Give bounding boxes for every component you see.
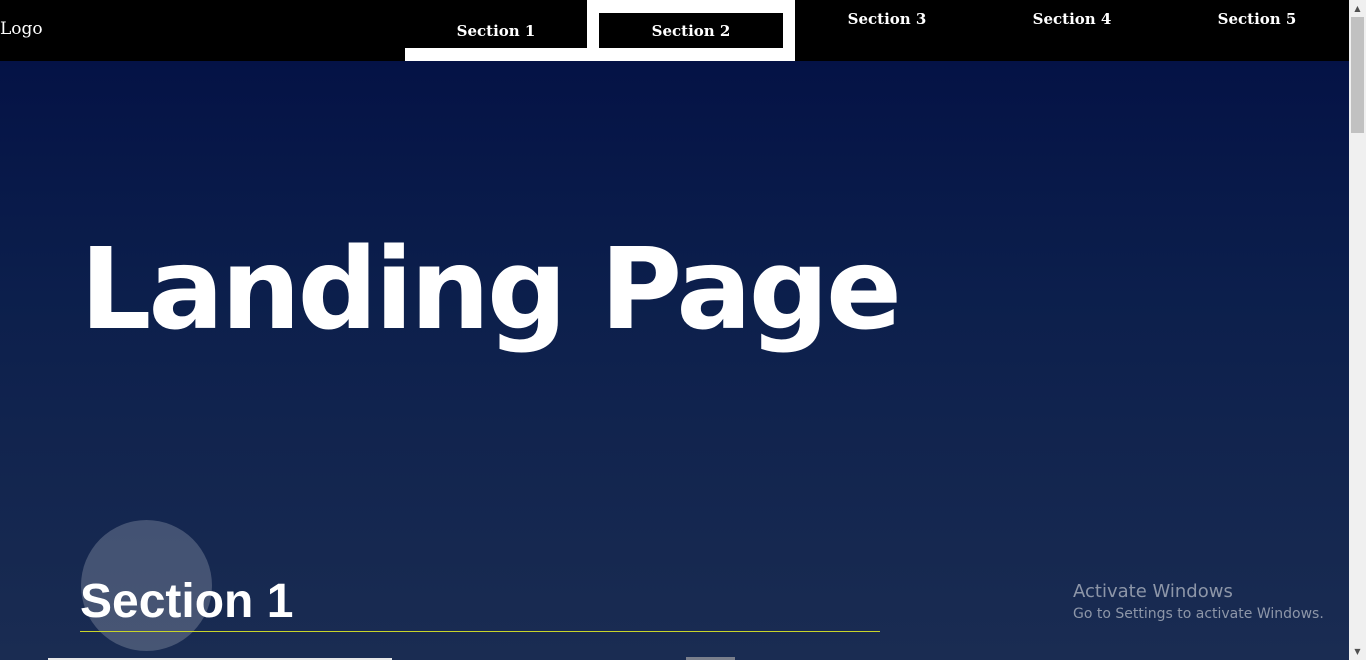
activate-windows-watermark: Activate Windows Go to Settings to activ…	[1073, 581, 1324, 625]
navbar: Logo Section 1 Section 2 Section 3 Secti…	[0, 0, 1349, 61]
heading-underline	[80, 631, 880, 632]
watermark-title: Activate Windows	[1073, 581, 1233, 602]
nav-item-section-1-inner: Section 1	[405, 0, 587, 48]
nav-item-section-2-inner: Section 2	[599, 13, 783, 48]
nav-item-label: Section 1	[456, 22, 536, 40]
scrollbar-thumb[interactable]	[1351, 17, 1364, 133]
watermark-subtitle: Go to Settings to activate Windows.	[1073, 606, 1324, 622]
nav-item-section-3[interactable]: Section 3	[797, 9, 977, 29]
nav-item-section-1[interactable]: Section 1	[405, 0, 587, 61]
landing-page: Logo Section 1 Section 2 Section 3 Secti…	[0, 0, 1349, 660]
nav-item-label: Section 2	[651, 22, 731, 40]
scroll-down-arrow-icon[interactable]: ▼	[1349, 643, 1366, 660]
vertical-scrollbar[interactable]: ▲ ▼	[1349, 0, 1366, 660]
hero-title: Landing Page	[80, 225, 902, 355]
nav-item-section-5[interactable]: Section 5	[1167, 9, 1347, 29]
nav-item-section-2[interactable]: Section 2	[587, 0, 795, 61]
section-heading: Section 1	[80, 575, 294, 628]
nav-menu: Section 1 Section 2 Section 3 Section 4 …	[0, 0, 1349, 61]
scroll-up-arrow-icon[interactable]: ▲	[1349, 0, 1366, 17]
nav-item-section-4[interactable]: Section 4	[982, 9, 1162, 29]
